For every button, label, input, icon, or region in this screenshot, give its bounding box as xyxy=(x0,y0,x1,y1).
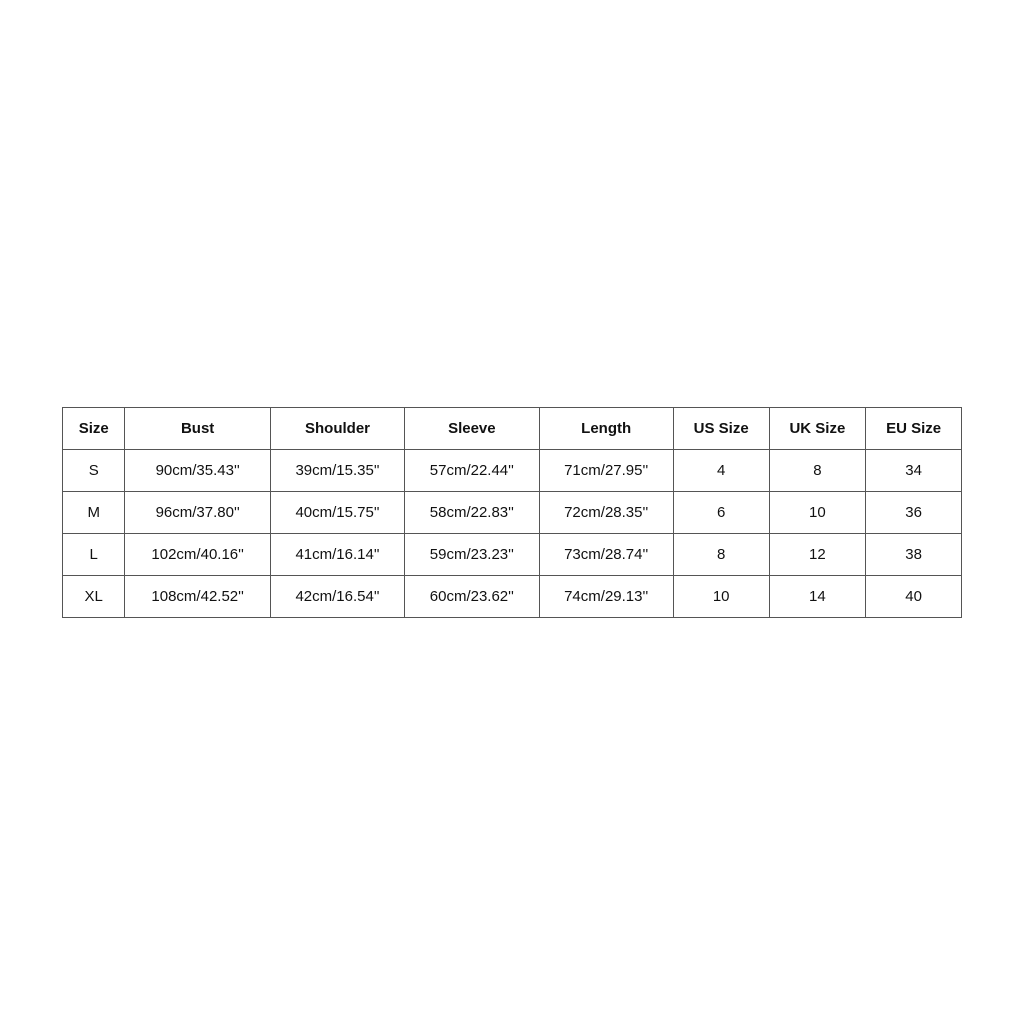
cell-sleeve: 57cm/22.44'' xyxy=(405,449,539,491)
cell-eu_size: 36 xyxy=(866,491,962,533)
cell-uk_size: 14 xyxy=(769,575,866,617)
header-length: Length xyxy=(539,407,673,449)
cell-bust: 108cm/42.52'' xyxy=(125,575,270,617)
cell-shoulder: 40cm/15.75'' xyxy=(270,491,404,533)
cell-bust: 90cm/35.43'' xyxy=(125,449,270,491)
cell-eu_size: 38 xyxy=(866,533,962,575)
cell-us_size: 6 xyxy=(673,491,769,533)
cell-length: 73cm/28.74'' xyxy=(539,533,673,575)
cell-bust: 102cm/40.16'' xyxy=(125,533,270,575)
header-us-size: US Size xyxy=(673,407,769,449)
cell-sleeve: 59cm/23.23'' xyxy=(405,533,539,575)
cell-shoulder: 42cm/16.54'' xyxy=(270,575,404,617)
cell-size: M xyxy=(63,491,125,533)
cell-eu_size: 34 xyxy=(866,449,962,491)
cell-us_size: 4 xyxy=(673,449,769,491)
header-eu-size: EU Size xyxy=(866,407,962,449)
header-shoulder: Shoulder xyxy=(270,407,404,449)
cell-bust: 96cm/37.80'' xyxy=(125,491,270,533)
header-bust: Bust xyxy=(125,407,270,449)
cell-length: 71cm/27.95'' xyxy=(539,449,673,491)
cell-size: L xyxy=(63,533,125,575)
cell-size: XL xyxy=(63,575,125,617)
header-uk-size: UK Size xyxy=(769,407,866,449)
table-row: S90cm/35.43''39cm/15.35''57cm/22.44''71c… xyxy=(63,449,962,491)
table-row: XL108cm/42.52''42cm/16.54''60cm/23.62''7… xyxy=(63,575,962,617)
cell-sleeve: 58cm/22.83'' xyxy=(405,491,539,533)
table-row: M96cm/37.80''40cm/15.75''58cm/22.83''72c… xyxy=(63,491,962,533)
cell-us_size: 10 xyxy=(673,575,769,617)
cell-sleeve: 60cm/23.62'' xyxy=(405,575,539,617)
cell-length: 72cm/28.35'' xyxy=(539,491,673,533)
table-row: L102cm/40.16''41cm/16.14''59cm/23.23''73… xyxy=(63,533,962,575)
cell-length: 74cm/29.13'' xyxy=(539,575,673,617)
cell-uk_size: 8 xyxy=(769,449,866,491)
size-chart-container: Size Bust Shoulder Sleeve Length US Size… xyxy=(62,407,962,618)
cell-shoulder: 41cm/16.14'' xyxy=(270,533,404,575)
cell-uk_size: 10 xyxy=(769,491,866,533)
cell-eu_size: 40 xyxy=(866,575,962,617)
cell-uk_size: 12 xyxy=(769,533,866,575)
size-chart-table: Size Bust Shoulder Sleeve Length US Size… xyxy=(62,407,962,618)
table-header-row: Size Bust Shoulder Sleeve Length US Size… xyxy=(63,407,962,449)
cell-us_size: 8 xyxy=(673,533,769,575)
header-size: Size xyxy=(63,407,125,449)
cell-size: S xyxy=(63,449,125,491)
header-sleeve: Sleeve xyxy=(405,407,539,449)
cell-shoulder: 39cm/15.35'' xyxy=(270,449,404,491)
